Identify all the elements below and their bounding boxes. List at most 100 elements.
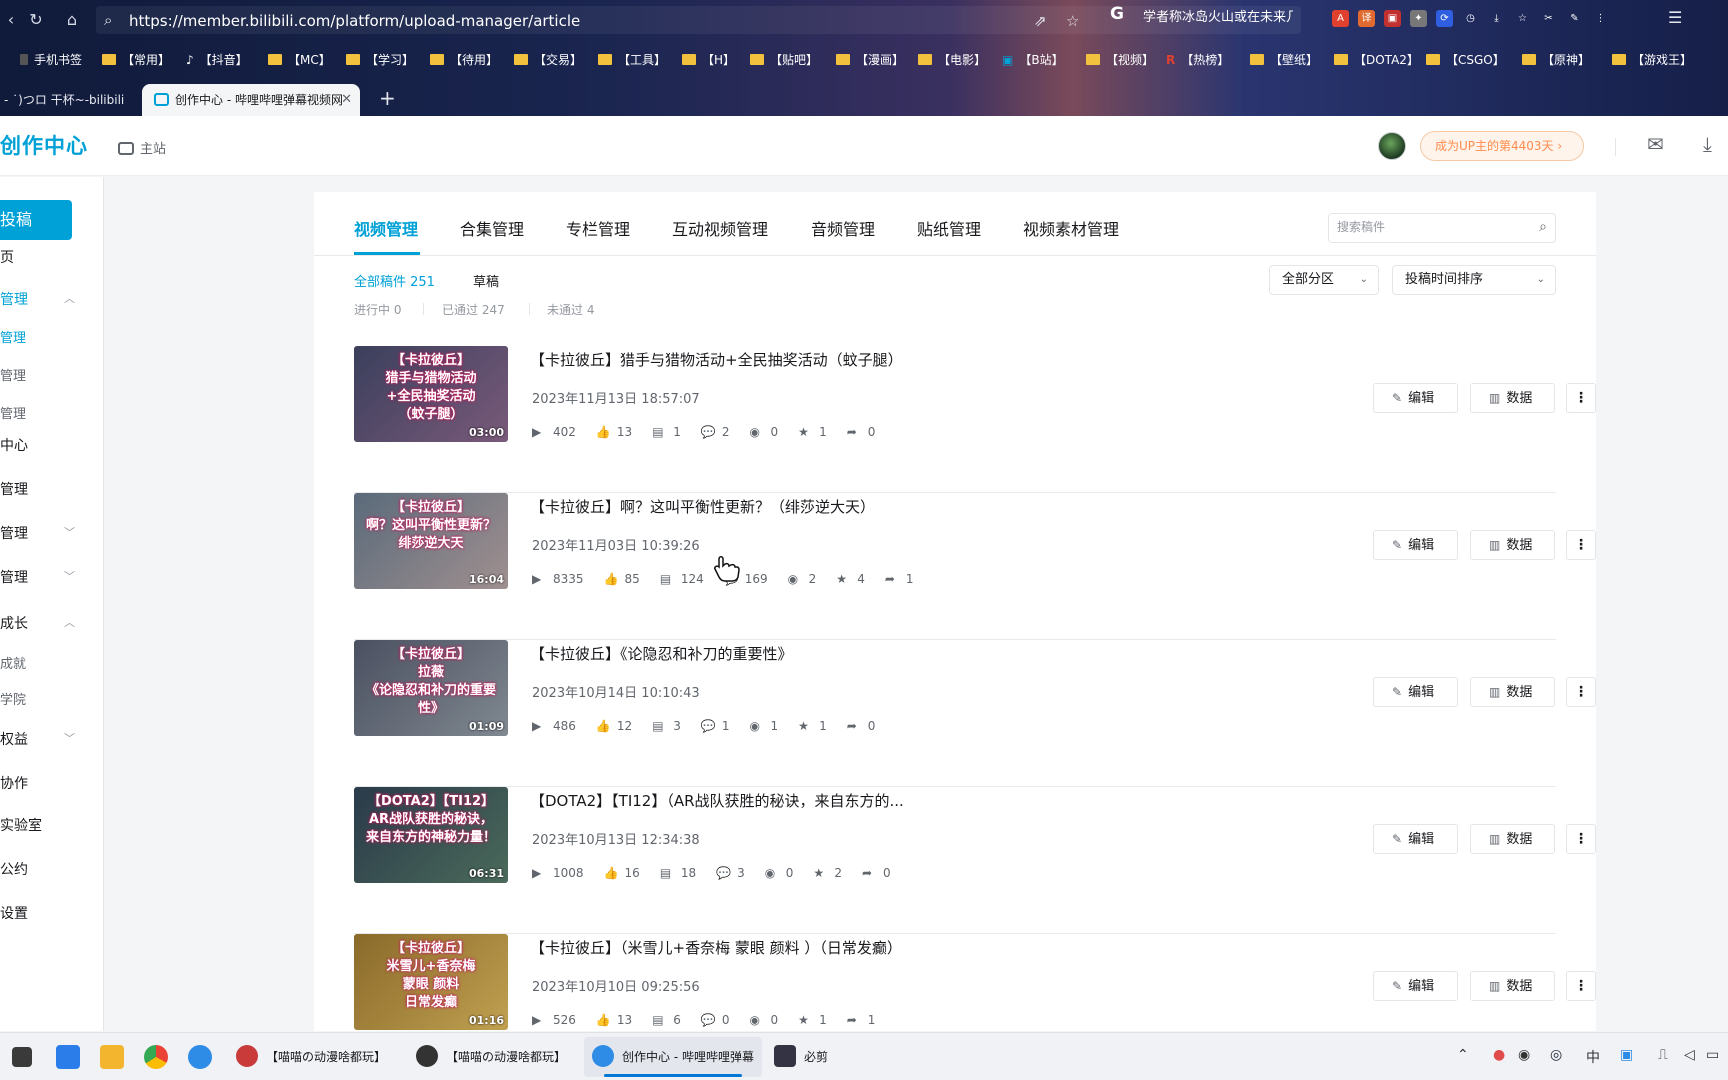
chevron-up-icon[interactable]: ⌃ <box>1457 1047 1469 1063</box>
edit-button[interactable]: ✎ 编辑 <box>1373 530 1458 560</box>
share-icon[interactable]: ⇗ <box>1034 12 1047 30</box>
chevron-up-icon[interactable]: ︿ <box>64 290 75 306</box>
sidebar-item-14[interactable]: 实验室 <box>0 815 42 835</box>
video-thumbnail[interactable]: 【DOTA2】【TI12】 AR战队获胜的秘诀， 来自东方的神秘力量！ 06:31 <box>354 787 508 883</box>
sidebar-item-15[interactable]: 公约 <box>0 859 28 879</box>
browser-icon[interactable] <box>188 1045 212 1069</box>
ime-indicator[interactable]: 中 <box>1586 1047 1600 1067</box>
tab-creator-center[interactable]: 创作中心 - 哔哩哔哩弹幕视频网 ✕ <box>142 84 360 116</box>
battery-icon[interactable]: ▭ <box>1706 1047 1719 1063</box>
sidebar-item-2[interactable]: 管理 <box>0 327 26 346</box>
video-extension-icon[interactable]: ▣ <box>1384 10 1401 27</box>
chrome-icon[interactable] <box>144 1045 168 1069</box>
tab-1[interactable]: 合集管理 <box>460 216 524 240</box>
puzzle-extension-icon[interactable]: ✦ <box>1410 10 1427 27</box>
menu-icon[interactable]: ☰ <box>1668 8 1682 27</box>
search-tray-icon[interactable]: ▣ <box>1620 1047 1633 1063</box>
edit-button[interactable]: ✎ 编辑 <box>1373 971 1458 1001</box>
sidebar-item-10[interactable]: 成就 <box>0 653 26 672</box>
video-title[interactable]: 【卡拉彼丘】（米雪儿+香奈梅 蒙眼 颜料 ）（日常发癫） <box>530 937 1210 958</box>
bookmark-15[interactable]: 【壁纸】 <box>1250 48 1318 72</box>
chevron-down-icon[interactable]: ﹀ <box>64 568 75 584</box>
tab-3[interactable]: 互动视频管理 <box>672 216 768 240</box>
video-thumbnail[interactable]: 【卡拉彼丘】 猎手与猎物活动 +全民抽奖活动 （蚊子腿） 03:00 <box>354 346 508 442</box>
sidebar-item-12[interactable]: 权益 <box>0 729 28 749</box>
video-title[interactable]: 【卡拉彼丘】啊？这叫平衡性更新？（绯莎逆大天） <box>530 496 1210 517</box>
status-in-progress[interactable]: 进行中 0 <box>354 301 401 318</box>
chevron-down-icon[interactable]: ﹀ <box>64 730 75 746</box>
status-passed[interactable]: 已通过 247 <box>442 301 505 318</box>
taskbar-app[interactable]: 【喵喵の动漫啥都玩】 <box>228 1037 394 1077</box>
sidebar-item-16[interactable]: 设置 <box>0 903 28 923</box>
sidebar-item-3[interactable]: 管理 <box>0 365 26 384</box>
sidebar-item-6[interactable]: 管理 <box>0 479 28 499</box>
bookmark-12[interactable]: ▣ 【B站】 <box>1002 48 1064 72</box>
pdf-extension-icon[interactable]: A <box>1332 10 1349 27</box>
hot-search-text[interactable]: 学者称冰岛火山或在未来几 <box>1143 6 1293 25</box>
bookmark-16[interactable]: 【DOTA2】 <box>1334 48 1419 72</box>
file-explorer-icon[interactable] <box>100 1045 124 1069</box>
sync-extension-icon[interactable]: ⟳ <box>1436 10 1453 27</box>
bookmark-5[interactable]: 【待用】 <box>430 48 498 72</box>
chevron-up-icon[interactable]: ︿ <box>64 614 75 630</box>
video-title[interactable]: 【DOTA2】【TI12】（AR战队获胜的秘诀，来自东方的... <box>530 790 1210 811</box>
download-icon[interactable]: ⤓ <box>1703 132 1712 156</box>
filter-all[interactable]: 全部稿件 251 <box>354 271 435 290</box>
sidebar-item-9[interactable]: 成长 <box>0 613 28 633</box>
record-icon[interactable]: ● <box>1493 1047 1505 1063</box>
video-title[interactable]: 【卡拉彼丘】猎手与猎物活动+全民抽奖活动（蚊子腿） <box>530 349 1210 370</box>
back-icon[interactable]: ‹ <box>0 9 22 31</box>
network-icon[interactable]: ⎍ <box>1658 1047 1668 1063</box>
tab-5[interactable]: 贴纸管理 <box>917 216 981 240</box>
more-icon[interactable]: ⋮ <box>1592 10 1609 27</box>
search-engine-icon[interactable]: G <box>1110 4 1124 24</box>
search-input[interactable] <box>1337 220 1517 234</box>
sidebar-item-5[interactable]: 中心 <box>0 435 28 455</box>
sidebar-item-0[interactable]: 页 <box>0 247 14 267</box>
history-icon[interactable]: ◷ <box>1462 10 1479 27</box>
bookmark-0[interactable]: 手机书签 <box>20 48 82 72</box>
bookmark-19[interactable]: 【游戏王】 <box>1612 48 1692 72</box>
more-options-icon[interactable]: ⋮ <box>1566 824 1596 854</box>
bookmark-18[interactable]: 【原神】 <box>1522 48 1590 72</box>
data-button[interactable]: ▥ 数据 <box>1470 530 1555 560</box>
sort-select[interactable]: 投稿时间排序 ⌄ <box>1392 265 1556 295</box>
bookmark-2[interactable]: ♪ 【抖音】 <box>186 48 248 72</box>
edit-button[interactable]: ✎ 编辑 <box>1373 383 1458 413</box>
bookmark-11[interactable]: 【电影】 <box>918 48 986 72</box>
reload-icon[interactable]: ↻ <box>25 9 47 31</box>
chevron-down-icon[interactable]: ﹀ <box>64 524 75 540</box>
status-failed[interactable]: 未通过 4 <box>547 301 594 318</box>
pen-icon[interactable]: ✎ <box>1566 10 1583 27</box>
favorites-icon[interactable]: ☆ <box>1514 10 1531 27</box>
steam-icon[interactable]: ◎ <box>1550 1047 1562 1063</box>
edit-button[interactable]: ✎ 编辑 <box>1373 677 1458 707</box>
sidebar-item-13[interactable]: 协作 <box>0 773 28 793</box>
edit-button[interactable]: ✎ 编辑 <box>1373 824 1458 854</box>
sidebar-item-7[interactable]: 管理 <box>0 523 28 543</box>
task-view-icon[interactable] <box>12 1047 32 1067</box>
tab-bilibili[interactable]: - ˙)つロ 干杯~-bilibili <box>0 84 130 116</box>
video-thumbnail[interactable]: 【卡拉彼丘】 米雪儿+香奈梅 蒙眼 颜料 日常发癫 01:16 <box>354 934 508 1030</box>
filter-draft[interactable]: 草稿 <box>473 271 499 290</box>
sidebar-item-8[interactable]: 管理 <box>0 567 28 587</box>
mail-icon[interactable]: ✉ <box>1647 132 1664 156</box>
video-thumbnail[interactable]: 【卡拉彼丘】 拉薇 《论隐忍和补刀的重要性》 01:09 <box>354 640 508 736</box>
taskbar-app[interactable]: 必剪 <box>766 1037 836 1077</box>
tab-2[interactable]: 专栏管理 <box>566 216 630 240</box>
star-icon[interactable]: ☆ <box>1066 12 1079 30</box>
up-days-badge[interactable]: 成为UP主的第4403天 › <box>1420 131 1584 161</box>
more-options-icon[interactable]: ⋮ <box>1566 677 1596 707</box>
bookmark-3[interactable]: 【MC】 <box>268 48 331 72</box>
tab-4[interactable]: 音频管理 <box>811 216 875 240</box>
video-thumbnail[interactable]: 【卡拉彼丘】 啊？这叫平衡性更新？ 绯莎逆大天 16:04 <box>354 493 508 589</box>
data-button[interactable]: ▥ 数据 <box>1470 677 1555 707</box>
post-button[interactable]: 投稿 <box>0 200 72 240</box>
sidebar-item-1[interactable]: 管理 <box>0 289 28 309</box>
tools-icon[interactable]: ✂ <box>1540 10 1557 27</box>
bookmark-6[interactable]: 【交易】 <box>514 48 582 72</box>
search-icon[interactable]: ⌕ <box>1539 219 1547 235</box>
bookmark-10[interactable]: 【漫画】 <box>836 48 904 72</box>
data-button[interactable]: ▥ 数据 <box>1470 383 1555 413</box>
bookmark-1[interactable]: 【常用】 <box>102 48 170 72</box>
